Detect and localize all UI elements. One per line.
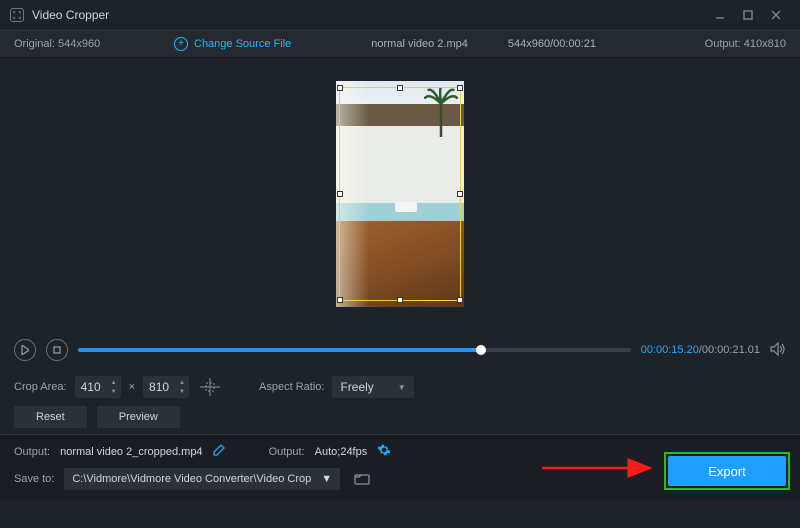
crop-height-value: 810 (149, 380, 177, 394)
crop-height-input[interactable]: 810 ▲ ▼ (143, 376, 189, 398)
change-source-label: Change Source File (194, 38, 291, 50)
save-to-label: Save to: (14, 473, 54, 485)
original-label: Original: (14, 38, 55, 50)
aspect-ratio-label: Aspect Ratio: (259, 381, 324, 393)
crop-height-down[interactable]: ▼ (177, 388, 187, 396)
output-format-label: Output: (269, 446, 305, 458)
crop-width-input[interactable]: 410 ▲ ▼ (75, 376, 121, 398)
save-path-select[interactable]: C:\Vidmore\Vidmore Video Converter\Video… (64, 468, 340, 490)
crop-handle-br[interactable] (457, 297, 463, 303)
format-settings-button[interactable] (377, 443, 391, 460)
timeline-slider[interactable] (78, 348, 631, 352)
info-bar: Original: 544x960 + Change Source File n… (0, 30, 800, 58)
app-icon (10, 8, 24, 22)
crop-handle-tm[interactable] (397, 85, 403, 91)
output-dim-label: Output: (705, 38, 741, 50)
play-button[interactable] (14, 339, 36, 361)
original-value: 544x960 (58, 38, 100, 50)
center-crop-button[interactable] (197, 376, 223, 398)
output-dimensions: Output: 410x810 (676, 38, 786, 50)
open-folder-button[interactable] (350, 468, 374, 490)
time-total: /00:00:21.01 (699, 344, 760, 356)
crop-area-label: Crop Area: (14, 381, 67, 393)
export-button[interactable]: Export (668, 456, 786, 486)
app-title: Video Cropper (32, 8, 706, 22)
player-bar: 00:00:15.20/00:00:21.01 (0, 330, 800, 370)
title-bar: Video Cropper (0, 0, 800, 30)
chevron-down-icon: ▼ (398, 383, 406, 392)
time-current: 00:00:15.20 (641, 344, 699, 356)
minimize-button[interactable] (706, 5, 734, 25)
change-source-button[interactable]: + Change Source File (174, 37, 291, 51)
crop-width-down[interactable]: ▼ (109, 388, 119, 396)
crop-rectangle[interactable] (339, 87, 461, 301)
crop-controls: Crop Area: 410 ▲ ▼ × 810 ▲ ▼ Aspect Rati… (0, 370, 800, 434)
maximize-button[interactable] (734, 5, 762, 25)
crop-handle-bl[interactable] (337, 297, 343, 303)
crop-handle-ml[interactable] (337, 191, 343, 197)
crop-handle-bm[interactable] (397, 297, 403, 303)
export-label: Export (708, 464, 746, 479)
output-format-value: Auto;24fps (315, 446, 368, 458)
stop-button[interactable] (46, 339, 68, 361)
aspect-ratio-select[interactable]: Freely ▼ (332, 376, 413, 398)
plus-icon: + (174, 37, 188, 51)
bottom-panel: Output: normal video 2_cropped.mp4 Outpu… (0, 434, 800, 500)
time-display: 00:00:15.20/00:00:21.01 (641, 344, 760, 356)
source-filename: normal video 2.mp4 (371, 38, 468, 50)
chevron-down-icon: ▼ (321, 473, 332, 485)
aspect-ratio-value: Freely (340, 380, 373, 394)
crop-width-up[interactable]: ▲ (109, 379, 119, 387)
preview-area (0, 58, 800, 330)
crop-handle-tr[interactable] (457, 85, 463, 91)
crop-handle-mr[interactable] (457, 191, 463, 197)
reset-button[interactable]: Reset (14, 406, 87, 428)
timeline-knob[interactable] (476, 345, 486, 355)
output-file-label: Output: (14, 446, 50, 458)
close-button[interactable] (762, 5, 790, 25)
video-frame[interactable] (336, 81, 464, 307)
crop-handle-tl[interactable] (337, 85, 343, 91)
preview-button[interactable]: Preview (97, 406, 180, 428)
crop-width-value: 410 (81, 380, 109, 394)
original-dimensions: Original: 544x960 (14, 38, 174, 50)
crop-height-up[interactable]: ▲ (177, 379, 187, 387)
source-info: 544x960/00:00:21 (508, 38, 596, 50)
volume-button[interactable] (770, 342, 786, 359)
save-path-value: C:\Vidmore\Vidmore Video Converter\Video… (72, 473, 311, 485)
output-filename: normal video 2_cropped.mp4 (60, 446, 202, 458)
crop-sep: × (129, 381, 135, 393)
output-dim-value: 410x810 (744, 38, 786, 50)
rename-button[interactable] (213, 444, 225, 459)
